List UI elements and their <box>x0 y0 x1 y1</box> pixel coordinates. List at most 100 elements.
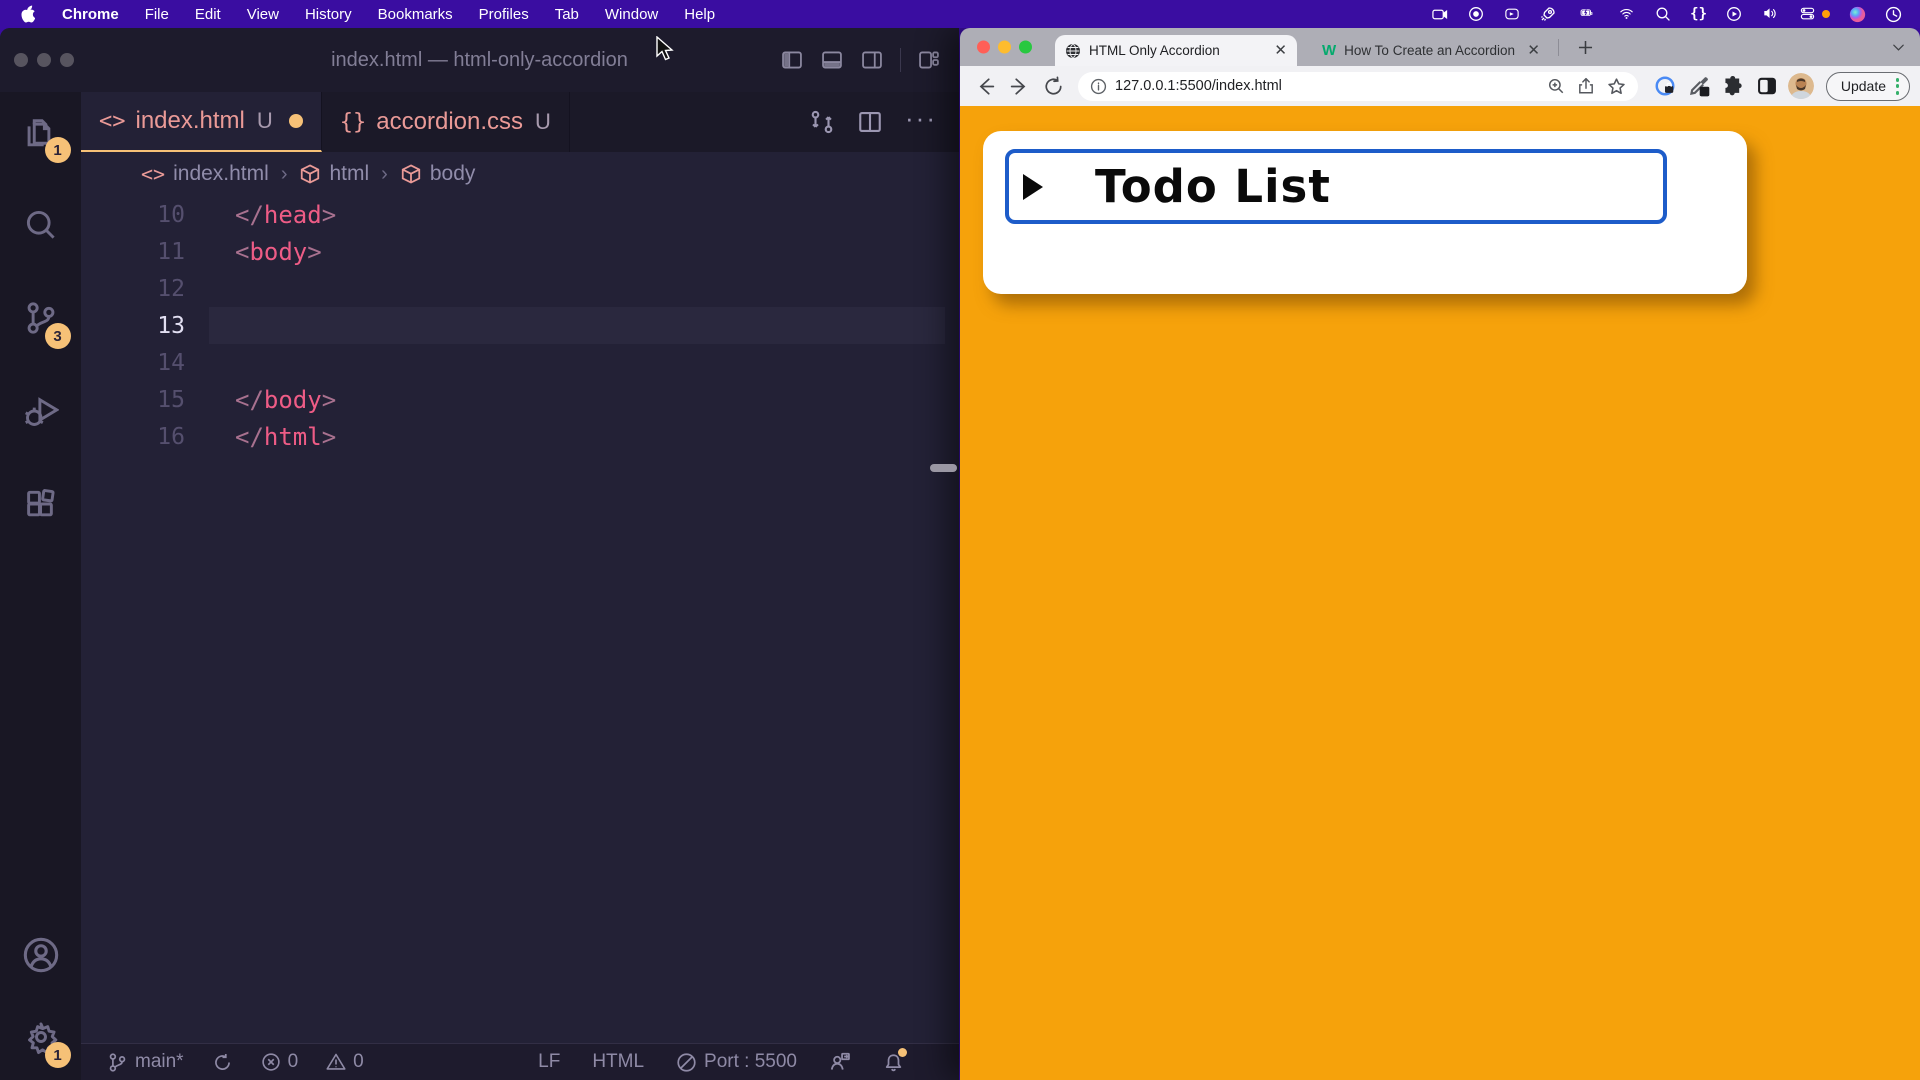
panel-bottom-icon[interactable] <box>820 49 844 71</box>
rocket-icon[interactable] <box>1540 6 1556 22</box>
status-item-0[interactable]: 0 <box>326 1051 364 1073</box>
apple-menu-icon[interactable] <box>14 5 49 23</box>
menu-item-window[interactable]: Window <box>592 6 671 23</box>
chrome-tab-active[interactable]: HTML Only Accordion ✕ <box>1055 35 1297 66</box>
record-circle-icon[interactable] <box>1468 6 1484 22</box>
menu-item-help[interactable]: Help <box>671 6 728 23</box>
video-camera-icon[interactable] <box>1503 7 1521 21</box>
close-tab-icon[interactable]: ✕ <box>1527 43 1540 58</box>
spotlight-search-icon[interactable] <box>1655 6 1671 22</box>
code-line-12[interactable]: 12 <box>81 270 959 307</box>
code-line-16[interactable]: 16</html> <box>81 418 959 455</box>
activity-item-source-control[interactable]: 3 <box>23 300 59 341</box>
vscode-titlebar[interactable]: index.html — html-only-accordion <box>0 28 959 92</box>
url-text[interactable]: 127.0.0.1:5500/index.html <box>1115 78 1535 94</box>
control-center-icon[interactable] <box>1798 7 1817 21</box>
split-editor-icon[interactable] <box>857 109 883 135</box>
branch-icon <box>107 1052 128 1073</box>
zoom-window-button[interactable] <box>60 53 74 67</box>
chrome-window-controls[interactable] <box>977 41 1032 54</box>
status-item-main-[interactable]: main* <box>107 1051 184 1073</box>
accordion-summary[interactable]: Todo List <box>1005 149 1667 224</box>
menu-item-view[interactable]: View <box>234 6 292 23</box>
menu-item-chrome[interactable]: Chrome <box>49 6 132 23</box>
share-icon[interactable] <box>1577 77 1595 95</box>
panel-right-icon[interactable] <box>860 49 884 71</box>
zoom-window-button[interactable] <box>1019 41 1032 54</box>
minimize-window-button[interactable] <box>37 53 51 67</box>
code-line-11[interactable]: 11<body> <box>81 233 959 270</box>
chrome-tab-inactive[interactable]: W How To Create an Accordion ✕ <box>1312 35 1550 66</box>
status-item-html[interactable]: HTML <box>592 1051 644 1073</box>
wifi-icon[interactable] <box>1617 7 1636 21</box>
activity-item-explorer[interactable]: 1 <box>23 114 59 155</box>
braces-icon[interactable]: {} <box>1690 6 1707 22</box>
customize-layout-icon[interactable] <box>917 49 941 71</box>
screen-capture-icon[interactable] <box>1430 7 1449 22</box>
breadcrumb-item[interactable]: html <box>299 162 369 186</box>
new-tab-button[interactable] <box>1570 28 1600 66</box>
menu-item-edit[interactable]: Edit <box>182 6 234 23</box>
code-line-14[interactable]: 14 <box>81 344 959 381</box>
menu-item-history[interactable]: History <box>292 6 365 23</box>
bell-icon[interactable] <box>883 1052 904 1073</box>
eyedropper-extension-icon[interactable] <box>1688 75 1710 97</box>
close-window-button[interactable] <box>977 41 990 54</box>
activity-item-run-debug[interactable] <box>23 393 59 434</box>
braces-icon: {} <box>340 110 367 135</box>
activity-item-search[interactable] <box>23 207 59 248</box>
battery-charging-icon[interactable] <box>1575 8 1598 20</box>
menu-left: ChromeFileEditViewHistoryBookmarksProfil… <box>14 5 728 23</box>
star-bookmark-icon[interactable] <box>1607 77 1626 96</box>
activity-item-settings[interactable]: 1 <box>23 1019 59 1060</box>
activity-item-extensions[interactable] <box>23 486 59 527</box>
menu-item-file[interactable]: File <box>132 6 182 23</box>
minimize-window-button[interactable] <box>998 41 1011 54</box>
status-item-port-5500[interactable]: Port : 5500 <box>676 1051 797 1073</box>
window-resize-handle[interactable] <box>930 464 957 472</box>
sync-icon <box>212 1052 233 1073</box>
site-info-icon[interactable] <box>1090 78 1107 95</box>
status-item[interactable] <box>212 1052 233 1073</box>
editor-tab-index.html[interactable]: <>index.htmlU <box>81 92 322 152</box>
clock-icon[interactable] <box>1885 6 1902 23</box>
status-item-lf[interactable]: LF <box>538 1051 560 1073</box>
side-panel-icon[interactable] <box>1756 75 1778 97</box>
activity-item-accounts[interactable] <box>22 936 60 979</box>
siri-icon[interactable] <box>1849 6 1866 23</box>
close-tab-icon[interactable]: ✕ <box>1274 43 1287 58</box>
vscode-window-controls[interactable] <box>14 53 74 67</box>
code-editor[interactable]: 10</head>11<body>12131415</body>16</html… <box>81 196 959 1043</box>
chevron-down-icon[interactable] <box>1891 28 1906 66</box>
status-item[interactable] <box>883 1052 904 1073</box>
code-line-10[interactable]: 10</head> <box>81 196 959 233</box>
menu-item-tab[interactable]: Tab <box>542 6 592 23</box>
chrome-tab-strip: HTML Only Accordion ✕ W How To Create an… <box>960 28 1920 66</box>
menu-item-profiles[interactable]: Profiles <box>466 6 542 23</box>
extensions-puzzle-icon[interactable] <box>1722 75 1744 97</box>
update-chrome-button[interactable]: Update <box>1826 72 1910 101</box>
code-line-13[interactable]: 13 <box>81 307 959 344</box>
reload-button[interactable] <box>1038 71 1068 101</box>
close-window-button[interactable] <box>14 53 28 67</box>
breadcrumb-item[interactable]: body <box>400 162 476 186</box>
breadcrumb-item[interactable]: <>index.html <box>141 162 269 186</box>
forward-button[interactable] <box>1004 71 1034 101</box>
more-actions-icon[interactable]: ··· <box>905 113 937 132</box>
profile-avatar[interactable] <box>1788 73 1814 99</box>
status-item[interactable] <box>829 1051 851 1073</box>
status-item-0[interactable]: 0 <box>261 1051 299 1073</box>
open-changes-icon[interactable] <box>809 109 835 135</box>
zoom-in-icon[interactable] <box>1547 77 1565 95</box>
panel-left-icon[interactable] <box>780 49 804 71</box>
address-bar[interactable]: 127.0.0.1:5500/index.html <box>1078 72 1638 101</box>
update-label: Update <box>1841 78 1886 94</box>
code-line-15[interactable]: 15</body> <box>81 381 959 418</box>
back-button[interactable] <box>970 71 1000 101</box>
menu-item-bookmarks[interactable]: Bookmarks <box>365 6 466 23</box>
password-extension-icon[interactable] <box>1654 75 1676 97</box>
play-circle-icon[interactable] <box>1726 6 1742 22</box>
volume-icon[interactable] <box>1761 7 1779 21</box>
modified-dot-icon[interactable] <box>289 114 303 128</box>
editor-tab-accordion.css[interactable]: {}accordion.cssU <box>322 92 570 152</box>
